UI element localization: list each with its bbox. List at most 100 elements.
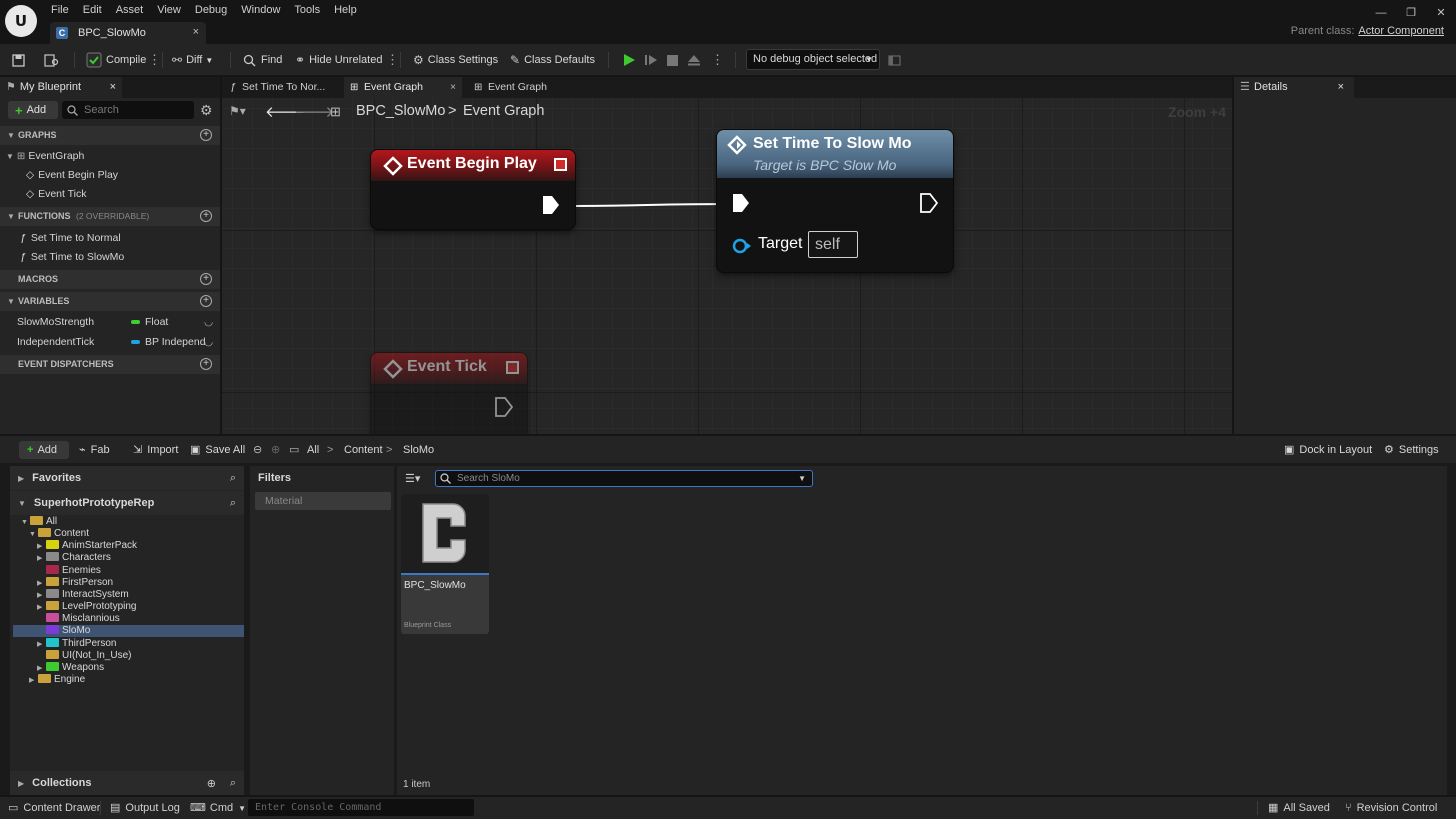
restore-button[interactable]: ❐ bbox=[1396, 0, 1426, 26]
history-back-icon[interactable]: ⊖ bbox=[253, 441, 262, 459]
graph-eventgraph[interactable]: ▼ ⊞ EventGraph bbox=[6, 147, 84, 166]
function-set-time-to-normal[interactable]: ƒ Set Time to Normal bbox=[20, 229, 121, 248]
close-tab-icon[interactable]: × bbox=[1338, 77, 1344, 98]
tab-event-graph[interactable]: ⊞ Event Graph bbox=[468, 77, 578, 98]
save-icon[interactable] bbox=[12, 50, 25, 70]
target-self-field[interactable]: self bbox=[808, 231, 858, 258]
project-header[interactable]: ▼ SuperhotPrototypeRep ⌕ bbox=[10, 491, 244, 515]
add-content-button[interactable]: + Add bbox=[19, 441, 69, 459]
menu-tools[interactable]: Tools bbox=[287, 3, 327, 17]
tab-event-graph-active[interactable]: ⊞ Event Graph × bbox=[344, 77, 462, 98]
add-variable-icon[interactable]: + bbox=[200, 295, 212, 307]
advance-frame-button[interactable] bbox=[644, 50, 658, 70]
visibility-eye-icon[interactable]: ◡ bbox=[204, 313, 213, 332]
minimize-button[interactable]: — bbox=[1366, 0, 1396, 26]
eject-button[interactable] bbox=[687, 50, 701, 70]
all-saved-button[interactable]: ▦ All Saved bbox=[1268, 801, 1330, 815]
unreal-logo-icon[interactable]: U bbox=[5, 5, 37, 37]
section-graphs[interactable]: ▼ GRAPHS + bbox=[0, 126, 220, 145]
play-options-icon[interactable]: ⋮ bbox=[711, 50, 724, 70]
import-button[interactable]: ⇲ Import bbox=[133, 441, 178, 459]
node-event-tick[interactable]: Event Tick bbox=[371, 353, 527, 434]
menu-asset[interactable]: Asset bbox=[109, 3, 151, 17]
close-tab-icon[interactable]: × bbox=[193, 26, 199, 38]
find-button[interactable]: Find bbox=[243, 50, 282, 70]
section-variables[interactable]: ▼ VARIABLES + bbox=[0, 292, 220, 311]
close-tab-icon[interactable]: × bbox=[110, 77, 116, 98]
settings-gear-icon[interactable]: ⚙ bbox=[200, 102, 213, 119]
search-input[interactable]: Search bbox=[62, 101, 194, 119]
path-all[interactable]: All bbox=[307, 441, 319, 459]
graph-item-event-tick[interactable]: ◇ Event Tick bbox=[26, 185, 87, 204]
folder-animstarterpack[interactable]: ▶ AnimStarterPack bbox=[13, 540, 244, 552]
folder-levelprototyping[interactable]: ▶ LevelPrototyping bbox=[13, 601, 244, 613]
exec-output-pin-icon[interactable] bbox=[495, 397, 513, 417]
node-set-time-to-slow-mo[interactable]: Set Time To Slow Mo Target is BPC Slow M… bbox=[717, 130, 953, 272]
browse-icon[interactable] bbox=[44, 50, 59, 70]
content-drawer-button[interactable]: ▭ Content Drawer bbox=[8, 801, 100, 815]
folder-enemies[interactable]: Enemies bbox=[13, 564, 244, 577]
folder-content[interactable]: ▼ Content bbox=[13, 528, 244, 540]
debug-filter-icon[interactable] bbox=[888, 50, 901, 70]
document-tab-bpc-slowmo[interactable]: C BPC_SlowMo × bbox=[50, 22, 206, 44]
visibility-eye-icon[interactable]: ◡ bbox=[204, 333, 213, 352]
node-event-begin-play[interactable]: Event Begin Play bbox=[371, 150, 575, 229]
save-all-button[interactable]: ▣ Save All bbox=[190, 441, 245, 459]
folder-firstperson[interactable]: ▶ FirstPerson bbox=[13, 576, 244, 589]
dock-in-layout-button[interactable]: ▣ Dock in Layout bbox=[1284, 441, 1372, 459]
delegate-pin-icon[interactable] bbox=[554, 158, 567, 171]
section-event-dispatchers[interactable]: EVENT DISPATCHERS + bbox=[0, 355, 220, 374]
function-set-time-to-slowmo[interactable]: ƒ Set Time to SlowMo bbox=[20, 248, 124, 267]
folder-characters[interactable]: ▶ Characters bbox=[13, 552, 244, 564]
play-button[interactable] bbox=[622, 50, 636, 70]
path-content[interactable]: Content bbox=[344, 441, 383, 459]
compile-options-icon[interactable]: ⋮ bbox=[148, 50, 161, 70]
exec-output-pin-icon[interactable] bbox=[542, 195, 560, 215]
add-dispatcher-icon[interactable]: + bbox=[200, 358, 212, 370]
graph-item-begin-play[interactable]: ◇ Event Begin Play bbox=[26, 166, 118, 185]
tab-set-time-to-normal[interactable]: ƒ Set Time To Nor... bbox=[222, 77, 342, 98]
search-assets-input[interactable]: Search SloMo ▼ bbox=[435, 470, 813, 487]
folder-misclannious[interactable]: Misclannious bbox=[13, 613, 244, 625]
add-collection-icon[interactable]: ⊕ bbox=[207, 777, 216, 790]
menu-edit[interactable]: Edit bbox=[76, 3, 109, 17]
stop-button[interactable] bbox=[666, 50, 679, 70]
add-function-icon[interactable]: + bbox=[200, 210, 212, 222]
exec-input-pin-icon[interactable] bbox=[732, 193, 750, 213]
close-window-button[interactable]: ✕ bbox=[1426, 0, 1456, 26]
hide-unrelated-button[interactable]: ⚭ Hide Unrelated bbox=[295, 50, 382, 70]
chevron-down-icon[interactable]: ▼ bbox=[798, 474, 806, 483]
path-slomo[interactable]: SloMo bbox=[403, 441, 434, 459]
delegate-pin-icon[interactable] bbox=[506, 361, 519, 374]
menu-window[interactable]: Window bbox=[234, 3, 287, 17]
variable-slowmostrength[interactable]: SlowMoStrength Float ◡ bbox=[17, 313, 217, 332]
graph-canvas[interactable]: ⚑▾ 🡐 🡒 ⊞ BPC_SlowMo > Event Graph Zoom +… bbox=[222, 98, 1232, 434]
folder-all[interactable]: ▼ All bbox=[13, 516, 244, 528]
content-settings-button[interactable]: ⚙ Settings bbox=[1384, 441, 1439, 459]
asset-tile-bpc-slowmo[interactable]: BPC_SlowMo Blueprint Class bbox=[401, 494, 489, 634]
fab-button[interactable]: ⌁ Fab bbox=[79, 441, 110, 459]
filter-icon[interactable]: ☰▾ bbox=[405, 472, 420, 485]
variable-independenttick[interactable]: IndependentTick BP Independ ◡ bbox=[17, 333, 217, 352]
revision-control-button[interactable]: ⑂ Revision Control bbox=[1345, 801, 1437, 815]
graph-options-icon[interactable]: ⋮ bbox=[386, 50, 399, 70]
output-log-button[interactable]: ▤ Output Log bbox=[110, 801, 180, 815]
menu-view[interactable]: View bbox=[150, 3, 188, 17]
folder-ui-not-in-use[interactable]: UI(Not_In_Use) bbox=[13, 649, 244, 662]
compile-button[interactable]: Compile bbox=[86, 50, 146, 70]
search-icon[interactable]: ⌕ bbox=[230, 777, 236, 790]
history-forward-icon[interactable]: ⊕ bbox=[271, 441, 280, 459]
console-command-input[interactable]: Enter Console Command bbox=[248, 799, 474, 816]
expand-arrow-icon[interactable]: ▶ bbox=[29, 675, 38, 687]
add-button[interactable]: + Add bbox=[8, 101, 58, 119]
filter-material[interactable]: Material bbox=[255, 492, 391, 510]
cmd-select[interactable]: ⌨ Cmd ▼ bbox=[190, 801, 246, 815]
add-macro-icon[interactable]: + bbox=[200, 273, 212, 285]
folder-engine[interactable]: ▶ Engine bbox=[13, 673, 244, 687]
class-settings-button[interactable]: ⚙ Class Settings bbox=[413, 50, 498, 70]
favorites-header[interactable]: ▶ Favorites ⌕ bbox=[10, 466, 244, 490]
add-graph-icon[interactable]: + bbox=[200, 129, 212, 141]
folder-interactsystem[interactable]: ▶ InteractSystem bbox=[13, 588, 244, 601]
tab-my-blueprint[interactable]: ⚑ My Blueprint × bbox=[0, 77, 122, 98]
class-defaults-button[interactable]: ✎ Class Defaults bbox=[510, 50, 595, 70]
